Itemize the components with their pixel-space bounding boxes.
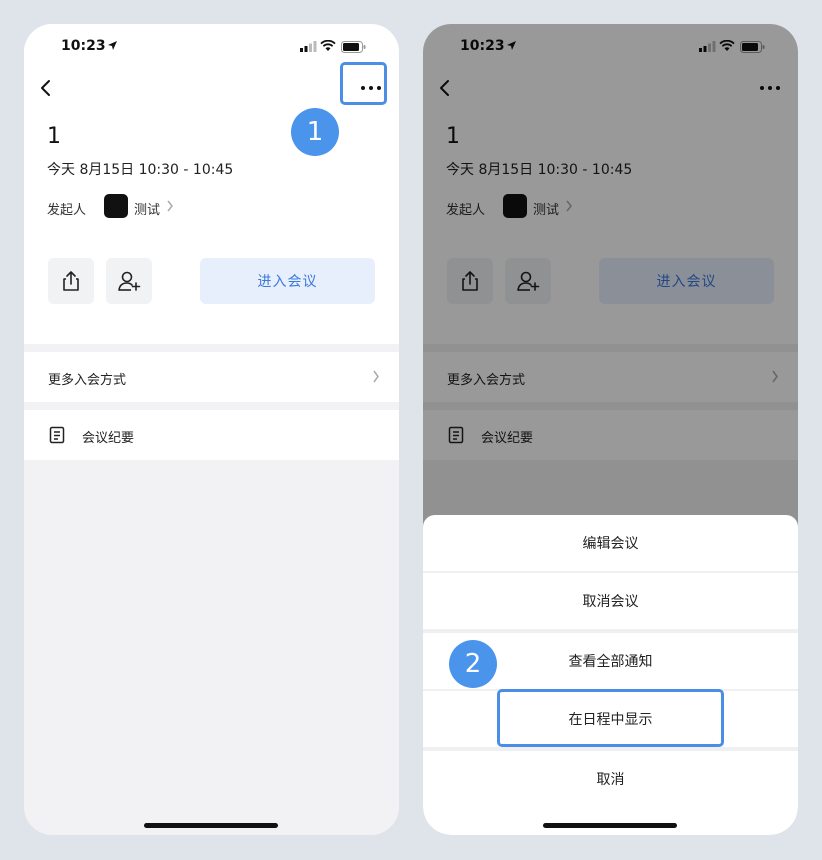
meeting-title: 1 [47, 124, 61, 149]
phone-screen-meeting-detail: 10:23 1 今天 8月15日 10:30 - 10:45 发起人 测试 进入… [24, 24, 399, 835]
more-join-options-label: 更多入会方式 [48, 373, 127, 388]
home-indicator [543, 823, 677, 828]
meeting-minutes-row[interactable]: 会议纪要 [24, 410, 399, 460]
step-2-badge: 2 [449, 640, 497, 688]
host-avatar[interactable] [104, 194, 128, 218]
meeting-datetime: 今天 8月15日 10:30 - 10:45 [47, 162, 234, 178]
wifi-icon [320, 40, 336, 51]
home-indicator [144, 823, 278, 828]
host-name[interactable]: 测试 [134, 199, 160, 218]
more-join-options-row[interactable]: 更多入会方式 [24, 352, 399, 402]
cellular-signal-icon [300, 41, 317, 52]
location-arrow-icon [108, 41, 117, 50]
add-user-icon [118, 271, 141, 291]
document-icon [49, 426, 65, 444]
host-label: 发起人 [47, 203, 87, 218]
host-chevron-right-icon[interactable] [166, 200, 174, 212]
join-meeting-button[interactable]: 进入会议 [200, 258, 375, 304]
step-1-badge: 1 [291, 108, 339, 156]
cancel-meeting-option[interactable]: 取消会议 [423, 573, 798, 629]
status-time: 10:23 [61, 38, 106, 54]
cancel-button[interactable]: 取消 [423, 751, 798, 807]
highlight-show-in-calendar [497, 689, 724, 747]
highlight-more-options [340, 62, 387, 105]
battery-icon [341, 41, 366, 53]
edit-meeting-option[interactable]: 编辑会议 [423, 515, 798, 571]
share-icon [63, 271, 79, 291]
chevron-right-icon [373, 370, 379, 383]
back-chevron-icon[interactable] [34, 76, 58, 100]
meeting-minutes-label: 会议纪要 [82, 431, 135, 446]
invite-button[interactable] [106, 258, 152, 304]
share-button[interactable] [48, 258, 94, 304]
